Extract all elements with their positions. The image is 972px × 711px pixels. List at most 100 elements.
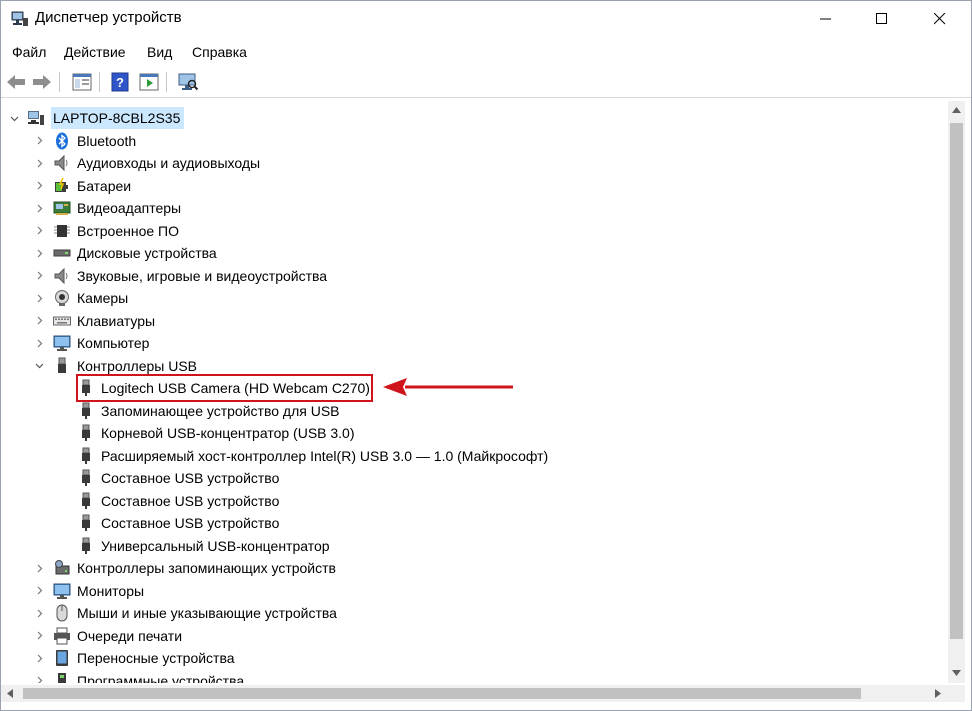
maximize-button[interactable] xyxy=(859,1,905,37)
chevron-right-icon xyxy=(37,226,42,235)
close-icon xyxy=(934,13,946,25)
usb-device-label: Корневой USB-концентратор (USB 3.0) xyxy=(101,425,355,441)
usb-device-item[interactable]: Составное USB устройство xyxy=(77,467,279,489)
back-arrow-icon xyxy=(7,75,25,89)
chevron-right-icon xyxy=(37,294,42,302)
chevron-right-icon xyxy=(37,181,42,190)
tree-root-computer[interactable]: LAPTOP-8CBL2S35 xyxy=(27,107,185,129)
chevron-right-icon xyxy=(37,631,42,640)
horizontal-scroll-thumb[interactable] xyxy=(23,688,861,699)
usb-device-item[interactable]: Запоминающее устройство для USB xyxy=(77,400,340,422)
tree-category-item[interactable]: Встроенное ПО xyxy=(53,220,179,242)
help-question-icon: ? xyxy=(111,72,129,92)
usb-device-label: Универсальный USB-концентратор xyxy=(101,537,330,554)
chevron-right-icon xyxy=(37,316,42,325)
console-tree-icon xyxy=(72,73,92,91)
expand-chevron[interactable] xyxy=(33,292,45,304)
usb-device-item[interactable]: Универсальный USB-концентратор xyxy=(77,535,330,557)
vertical-scroll-thumb[interactable] xyxy=(950,123,963,639)
expand-chevron[interactable] xyxy=(33,270,45,282)
expand-chevron[interactable] xyxy=(33,135,45,147)
expand-chevron[interactable] xyxy=(33,585,45,597)
chevron-right-icon xyxy=(37,204,42,212)
usb-device-icon xyxy=(77,514,95,532)
toolbar: ? xyxy=(1,67,971,98)
firmware-chip-icon xyxy=(53,222,71,240)
chevron-right-icon xyxy=(37,159,42,167)
tree-category-item[interactable]: Bluetooth xyxy=(53,130,136,152)
minimize-button[interactable] xyxy=(803,1,849,37)
back-button[interactable] xyxy=(5,71,27,93)
menu-view[interactable]: Вид xyxy=(147,44,172,60)
collapse-root-chevron[interactable] xyxy=(8,112,20,124)
mouse-icon xyxy=(53,604,71,622)
tree-category-item[interactable]: Контроллеры запоминающих устройств xyxy=(53,557,336,579)
camera-icon xyxy=(53,289,71,307)
tree-category-item[interactable]: Звуковые, игровые и видеоустройства xyxy=(53,265,327,287)
scroll-left-icon xyxy=(7,689,13,698)
chevron-right-icon xyxy=(37,564,42,572)
menu-file[interactable]: Файл xyxy=(12,44,46,60)
close-button[interactable] xyxy=(917,1,963,37)
scan-monitor-icon xyxy=(178,73,199,91)
display-adapter-icon xyxy=(53,199,71,217)
expand-chevron[interactable] xyxy=(33,337,45,349)
chevron-right-icon xyxy=(37,136,42,145)
expand-chevron[interactable] xyxy=(33,202,45,214)
usb-device-label: Расширяемый хост-контроллер Intel(R) USB… xyxy=(101,447,549,464)
usb-device-item[interactable]: Составное USB устройство xyxy=(77,512,279,534)
expand-chevron[interactable] xyxy=(33,247,45,259)
chevron-right-icon xyxy=(37,249,42,257)
expand-chevron[interactable] xyxy=(33,652,45,664)
collapse-chevron[interactable] xyxy=(33,360,45,372)
tree-category-item[interactable]: Мыши и иные указывающие устройства xyxy=(53,602,337,624)
tree-category-label: Очереди печати xyxy=(77,627,183,644)
device-manager-app-icon xyxy=(11,11,28,26)
properties-button[interactable] xyxy=(138,71,160,93)
usb-device-item[interactable]: Расширяемый хост-контроллер Intel(R) USB… xyxy=(77,445,548,467)
tree-category-item[interactable]: Видеоадаптеры xyxy=(53,197,181,219)
tree-category-item[interactable]: Клавиатуры xyxy=(53,310,155,332)
usb-device-label: Составное USB устройство xyxy=(101,515,280,531)
tree-category-item[interactable]: Мониторы xyxy=(53,580,144,602)
chevron-right-icon xyxy=(37,271,42,280)
tree-category-item[interactable]: Камеры xyxy=(53,287,128,309)
tree-category-item[interactable]: Компьютер xyxy=(53,332,149,354)
horizontal-scrollbar[interactable] xyxy=(1,685,948,702)
expand-chevron[interactable] xyxy=(33,607,45,619)
expand-chevron[interactable] xyxy=(33,180,45,192)
tree-category-item[interactable]: Переносные устройства xyxy=(53,647,235,669)
usb-icon xyxy=(53,357,71,375)
usb-device-icon xyxy=(77,402,95,420)
expand-chevron[interactable] xyxy=(33,315,45,327)
expand-chevron[interactable] xyxy=(33,630,45,642)
help-button[interactable]: ? xyxy=(109,71,131,93)
tree-category-label: Мыши и иные указывающие устройства xyxy=(77,605,337,621)
computer-root-icon xyxy=(27,109,45,127)
expand-chevron[interactable] xyxy=(33,562,45,574)
forward-button[interactable] xyxy=(31,71,53,93)
properties-icon xyxy=(139,73,159,91)
tree-category-label: Встроенное ПО xyxy=(77,222,179,239)
chevron-right-icon xyxy=(37,586,42,595)
menu-action[interactable]: Действие xyxy=(64,44,126,60)
show-hide-console-tree-button[interactable] xyxy=(71,71,93,93)
usb-device-label: Составное USB устройство xyxy=(101,470,280,486)
tree-category-item[interactable]: Дисковые устройства xyxy=(53,242,217,264)
usb-device-icon xyxy=(77,469,95,487)
tree-category-item[interactable]: Очереди печати xyxy=(53,625,182,647)
tree-category-item[interactable]: Батареи xyxy=(53,175,131,197)
expand-chevron[interactable] xyxy=(33,157,45,169)
expand-chevron[interactable] xyxy=(33,675,45,683)
tree-category-item[interactable]: Программные устройства xyxy=(53,670,245,684)
svg-text:?: ? xyxy=(116,75,124,90)
chevron-down-icon xyxy=(35,363,43,369)
usb-device-item[interactable]: Составное USB устройство xyxy=(77,490,279,512)
vertical-scrollbar[interactable] xyxy=(948,101,965,683)
scan-hardware-changes-button[interactable] xyxy=(177,71,199,93)
tree-category-item[interactable]: Аудиовходы и аудиовыходы xyxy=(53,152,260,174)
menu-help[interactable]: Справка xyxy=(192,44,247,60)
usb-device-item[interactable]: Корневой USB-концентратор (USB 3.0) xyxy=(77,422,355,444)
expand-chevron[interactable] xyxy=(33,225,45,237)
tree-category-label: Программные устройства xyxy=(77,672,245,684)
